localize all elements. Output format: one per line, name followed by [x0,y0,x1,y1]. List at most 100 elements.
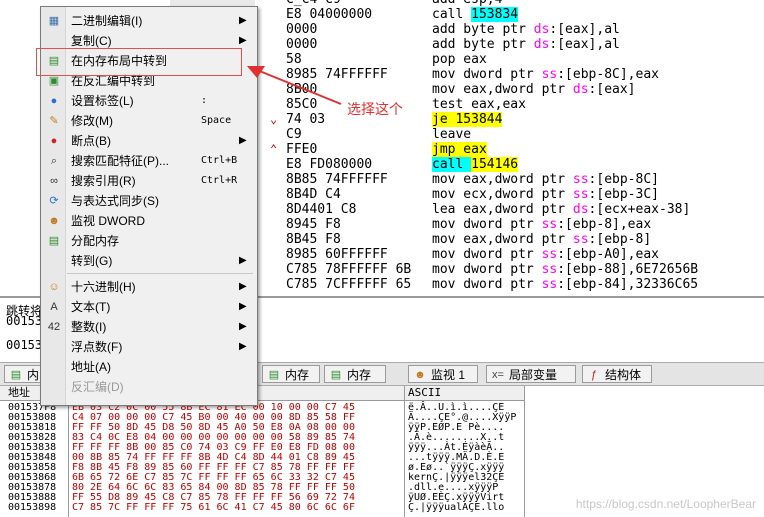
instruction-token: ds [572,202,589,217]
menu-integer[interactable]: 42 整数(I) ▶ [41,317,257,337]
menu-shortcut: Ctrl+B [201,155,238,166]
menu-item-label: 监视 DWORD [71,214,145,228]
info-line: 00153 [6,338,43,352]
instruction-token: je 153844 [432,112,503,127]
menu-item-label: 设置标签(L) [71,94,134,108]
menu-watch-dword[interactable]: ☻ 监视 DWORD [41,211,257,231]
submenu-arrow-icon: ▶ [239,301,247,312]
instruction-token: ss [541,67,558,82]
dump-header-address: 地址 [8,386,30,399]
disasm-instruction: call 153834 [432,7,519,22]
menu-item-label: 十六进制(H) [71,280,136,294]
jump-arrow-icon: ⌃ [270,142,278,156]
disasm-instruction: jmp eax [432,142,487,157]
menu-breakpoint[interactable]: ● 断点(B) ▶ [41,131,257,151]
instruction-token: :[eax],al [549,22,620,37]
instruction-token: :[ecx+eax-38] [588,202,691,217]
instruction-token: :[ebp-A0],eax [557,247,659,262]
info-line: 00153 [6,314,43,328]
instruction-token: lea eax,dword ptr [432,202,573,217]
disasm-bytes: 8945 F8 [286,217,341,232]
disasm-instruction: mov dword ptr ss:[ebp-8C],eax [432,67,659,82]
instruction-token: 153834 [471,7,519,22]
submenu-arrow-icon: ▶ [239,15,247,26]
disasm-instruction: leave [432,127,471,142]
edit-icon: ✎ [49,115,59,127]
menu-sync-expression[interactable]: ⟳ 与表达式同步(S) [41,191,257,211]
menu-binary-edit[interactable]: ▦ 二进制编辑(I) ▶ [41,11,257,31]
disasm-instruction: pop eax [432,52,487,67]
dump-column-divider [404,386,405,517]
text-icon: A [50,301,58,313]
tab-watch-1[interactable]: ☻ 监视 1 [408,365,478,383]
tab-memory-4[interactable]: ▤内存 4 [262,365,320,400]
instruction-token: mov ecx,dword ptr [432,187,573,202]
instruction-token: ss [541,217,558,232]
tab-struct[interactable]: ƒ 结构体 [582,365,652,383]
tab-memory-5[interactable]: ▤内存 5 [324,365,386,400]
menu-goto[interactable]: 转到(G) ▶ [41,251,257,271]
instruction-token: :[ebp-8C],eax [557,67,659,82]
disassembly-icon [47,380,61,394]
instruction-token: test eax,eax [432,97,526,112]
dump-hex-bytes: C7 85 7C FF FF FF 75 61 6C 41 C7 45 80 6… [72,502,355,513]
disasm-bytes: C_C4 C9 [286,0,341,7]
disasm-bytes: 0000 [286,22,318,37]
disasm-bytes: C9 [286,127,302,142]
disasm-instruction: call 154146 [432,157,519,172]
allocate-icon: ▤ [48,235,60,247]
disasm-instruction: mov dword ptr ss:[ebp-84],32336C65 [432,277,698,292]
menu-item-label: 搜索引用(R) [71,174,136,188]
annotation-label: 选择这个 [347,101,403,117]
instruction-token: add byte ptr [432,22,534,37]
tab-locals[interactable]: x= 局部变量 [486,365,576,383]
tab-label: 监视 1 [431,368,466,382]
disasm-bytes: C785 78FFFFFF 6B [286,262,412,277]
disasm-bytes: 8B85 74FFFFFF [286,172,388,187]
instruction-token: ss [572,232,589,247]
menu-item-label: 修改(M) [71,114,113,128]
disasm-bytes: 8D4401 C8 [286,202,357,217]
disasm-bytes: C785 7CFFFFFF 65 [286,277,412,292]
dump-column-divider [524,386,525,517]
jump-arrow-icon: ⌄ [270,112,278,126]
menu-shortcut: Ctrl+R [201,175,238,186]
instruction-token: ds [533,22,550,37]
instruction-token: call [432,157,472,172]
instruction-token: ss [572,172,589,187]
menu-item-label: 地址(A) [71,360,111,374]
menu-address[interactable]: 地址(A) [41,357,257,377]
instruction-token: add esp,4 [432,0,502,7]
binary-icon: ▦ [48,15,60,27]
instruction-token: pop eax [432,52,487,67]
disasm-instruction: je 153844 [432,112,503,127]
disasm-instruction: add esp,4 [432,0,502,7]
menu-find-references[interactable]: ∞ 搜索引用(R) Ctrl+R [41,171,257,191]
sync-icon: ⟳ [49,195,59,207]
copy-icon [47,34,61,48]
menu-search-pattern[interactable]: ⌕ 搜索匹配特征(P)... Ctrl+B [41,151,257,171]
menu-hex[interactable]: ☺ 十六进制(H) ▶ [41,277,257,297]
menu-item-label: 转到(G) [71,254,113,268]
submenu-arrow-icon: ▶ [239,281,247,292]
menu-modify[interactable]: ✎ 修改(M) Space [41,111,257,131]
instruction-token: :[ebp-8],eax [557,217,652,232]
instruction-token: mov eax,dword ptr [432,232,573,247]
instruction-token: mov dword ptr [432,262,542,277]
menu-set-label[interactable]: ● 设置标签(L): [41,91,257,111]
memory-icon: ▤ [10,369,22,381]
instruction-token: 154146 [471,157,519,172]
disasm-instruction: lea eax,dword ptr ds:[ecx+eax-38] [432,202,690,217]
tab-label: 内 [27,368,40,382]
disasm-instruction: add byte ptr ds:[eax],al [432,37,620,52]
instruction-token: :[ebp-8] [588,232,652,247]
menu-allocate-memory[interactable]: ▤ 分配内存 [41,231,257,251]
menu-float[interactable]: 浮点数(F) ▶ [41,337,257,357]
tab-label: 局部变量 [509,368,558,382]
instruction-token: :[ebp-8C] [588,172,659,187]
instruction-token: mov dword ptr [432,277,542,292]
menu-text[interactable]: A 文本(T) ▶ [41,297,257,317]
instruction-token: mov eax,dword ptr [432,82,573,97]
disasm-instruction: mov eax,dword ptr ss:[ebp-8] [432,232,651,247]
instruction-token: leave [432,127,472,142]
